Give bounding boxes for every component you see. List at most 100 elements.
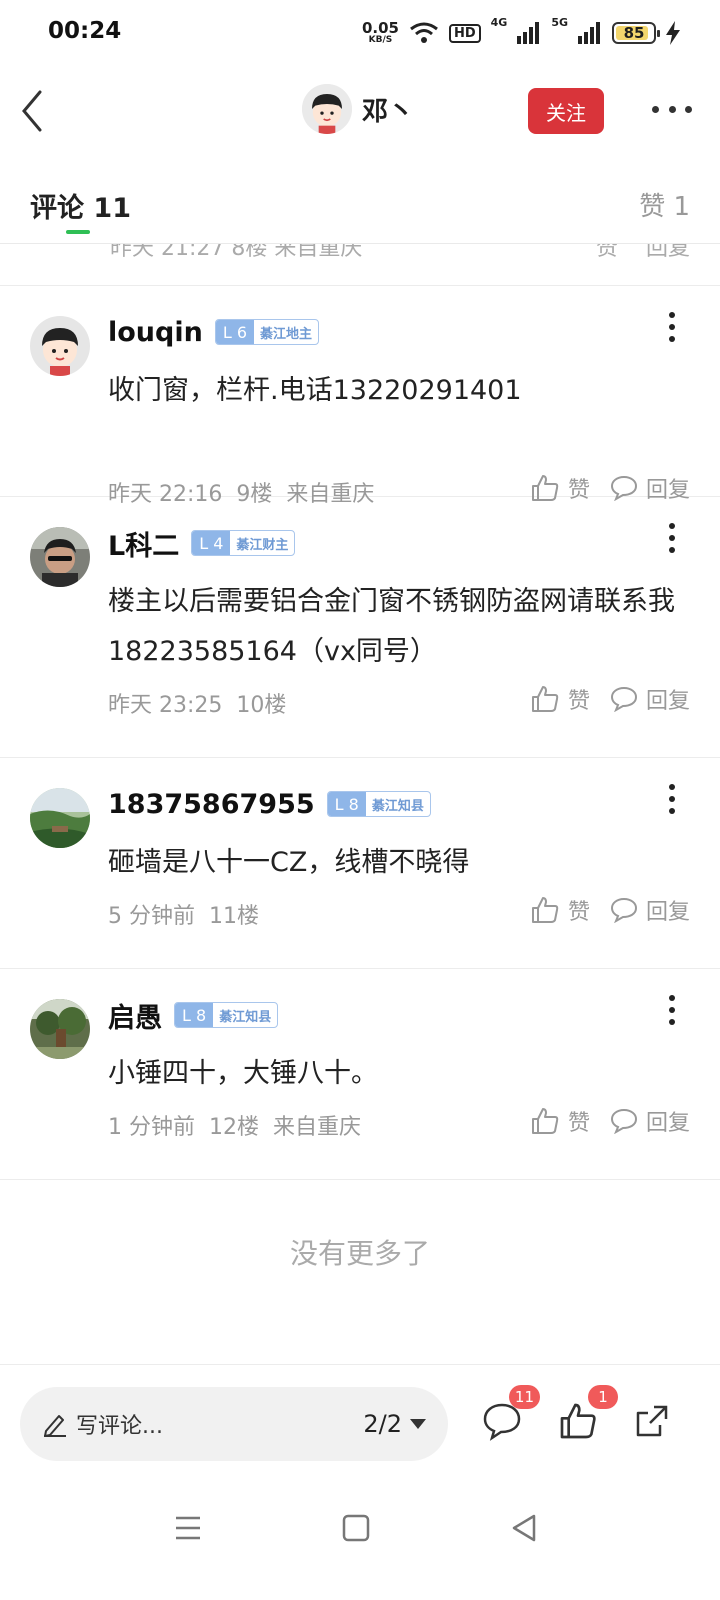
- level-title: 綦江财主: [236, 537, 289, 553]
- reply-button[interactable]: 回复: [610, 1105, 690, 1137]
- comment-meta: 1 分钟前 12楼 来自重庆: [108, 1109, 361, 1141]
- wifi-icon: [410, 22, 438, 43]
- commenter-header: louqin L 6 綦江地主: [108, 312, 320, 352]
- commenter-avatar[interactable]: [30, 999, 90, 1059]
- comment-text: 收门窗，栏杆.电话13220291401: [108, 375, 522, 406]
- follow-button[interactable]: 关注: [528, 88, 604, 134]
- comment-more-icon[interactable]: [668, 784, 676, 814]
- tab-indicator: [66, 230, 90, 234]
- commenter-header: L科二 L 4 綦江财主: [108, 523, 296, 563]
- net-speed-value: 0.05: [361, 19, 399, 37]
- comment-item-partial: 昨天 21:27 8楼 来自重庆 赞 回复: [0, 244, 720, 286]
- reply-label: 回复: [645, 1111, 690, 1136]
- tab-comments[interactable]: 评论 11: [30, 186, 131, 225]
- like-button[interactable]: 赞: [530, 1105, 590, 1137]
- page-dropdown-icon[interactable]: [410, 1419, 426, 1429]
- share-button[interactable]: [632, 1401, 682, 1451]
- back-arrow-icon[interactable]: [18, 88, 48, 134]
- status-time: 00:24: [48, 18, 122, 44]
- commenter-avatar[interactable]: [30, 527, 90, 587]
- thumbs-up-icon: [531, 1108, 559, 1134]
- commenter-header: 启愚 L 8 綦江知县: [108, 995, 279, 1035]
- level-number: L 6: [215, 320, 255, 344]
- network-4g-label: 4G: [490, 16, 508, 29]
- comment-text: 砸墙是八十一CZ，线槽不晓得: [108, 847, 470, 878]
- reply-bubble-icon: [610, 1108, 637, 1134]
- commenter-avatar[interactable]: [30, 788, 90, 848]
- back-triangle-icon[interactable]: [504, 1508, 544, 1548]
- reply-bubble-icon: [610, 686, 637, 712]
- tab-likes[interactable]: 赞 1: [639, 186, 690, 223]
- comment-floor: 12楼: [209, 1115, 259, 1140]
- comment-meta: 5 分钟前 11楼: [108, 898, 259, 930]
- comment-actions: 赞 回复: [596, 244, 690, 262]
- level-badge: L 8 綦江知县: [174, 1002, 279, 1028]
- battery-icon: 85: [612, 22, 660, 44]
- pencil-icon: [44, 1415, 66, 1437]
- thumbs-up-icon: [531, 686, 559, 712]
- share-icon: [636, 1405, 668, 1437]
- charging-icon: [666, 21, 680, 45]
- like-label: 赞: [567, 689, 590, 714]
- comments-button[interactable]: 11: [482, 1385, 540, 1451]
- reply-label: 回复: [645, 689, 690, 714]
- signal-icon: [517, 22, 540, 44]
- comment-time: 5 分钟前: [108, 904, 195, 929]
- comment-text: 楼主以后需要铝合金门窗不锈钢防盗网请联系我18223585164（vx同号）: [108, 586, 675, 667]
- net-speed-unit: KB/S: [368, 35, 393, 45]
- comment-actions: 赞 回复: [530, 683, 690, 715]
- tab-comments-label: 评论: [30, 193, 84, 224]
- level-number: L 8: [175, 1003, 214, 1027]
- level-number: L 8: [327, 792, 366, 816]
- commenter-name[interactable]: 18375867955: [108, 789, 315, 820]
- commenter-avatar[interactable]: [30, 316, 90, 376]
- hd-icon: HD: [448, 23, 481, 43]
- bottom-action-bar: 写评论... 2/2 11 1: [0, 1364, 720, 1484]
- comment-actions: 赞 回复: [530, 1105, 690, 1137]
- comment-item: L科二 L 4 綦江财主 楼主以后需要铝合金门窗不锈钢防盗网请联系我182235…: [0, 497, 720, 758]
- reply-button[interactable]: 回复: [610, 683, 690, 715]
- status-icons: 0.05 KB/S HD 4G 5G 85: [362, 16, 680, 50]
- signal-icon-2: [578, 22, 600, 44]
- system-nav-bar: [0, 1484, 720, 1600]
- like-button[interactable]: 赞: [530, 683, 590, 715]
- page-indicator[interactable]: 2/2: [363, 1410, 402, 1438]
- comment-placeholder: 写评论...: [76, 1414, 163, 1439]
- comment-floor: 11楼: [209, 904, 259, 929]
- reply-label: 回复: [645, 900, 690, 925]
- like-count-badge: 1: [588, 1385, 618, 1409]
- reply-label[interactable]: 回复: [646, 244, 690, 261]
- like-button[interactable]: 赞: [530, 894, 590, 926]
- commenter-header: 18375867955 L 8 綦江知县: [108, 784, 431, 824]
- level-badge: L 8 綦江知县: [326, 791, 431, 817]
- author-avatar[interactable]: [302, 84, 352, 134]
- commenter-name[interactable]: louqin: [108, 317, 203, 348]
- like-label: 赞: [567, 900, 590, 925]
- comment-more-icon[interactable]: [668, 312, 676, 342]
- level-title: 綦江地主: [260, 326, 313, 342]
- commenter-name[interactable]: 启愚: [108, 996, 162, 1035]
- comment-floor: 10楼: [236, 693, 287, 718]
- comment-meta: 昨天 21:27 8楼 来自重庆: [110, 244, 363, 261]
- network-5g-label: 5G: [551, 16, 568, 29]
- menu-icon[interactable]: [168, 1508, 208, 1548]
- author-name[interactable]: 邓丶: [362, 91, 414, 128]
- more-options-icon[interactable]: [652, 94, 692, 124]
- thumbs-up-icon: [531, 897, 559, 923]
- comment-input-box[interactable]: 写评论... 2/2: [20, 1387, 448, 1461]
- comment-count-badge: 11: [508, 1385, 540, 1409]
- comment-tabs: 评论 11 赞 1: [0, 158, 720, 244]
- post-header: 邓丶 关注: [0, 66, 720, 158]
- like-post-button[interactable]: 1: [558, 1385, 618, 1451]
- comment-more-icon[interactable]: [668, 523, 676, 553]
- comment-meta: 昨天 23:25 10楼: [108, 687, 286, 719]
- status-bar: 00:24 0.05 KB/S HD 4G 5G 85: [0, 0, 720, 66]
- net-speed: 0.05 KB/S: [362, 21, 399, 45]
- like-label[interactable]: 赞: [596, 244, 618, 261]
- commenter-name[interactable]: L科二: [108, 524, 179, 563]
- comment-time: 1 分钟前: [108, 1115, 195, 1140]
- home-icon[interactable]: [336, 1508, 376, 1548]
- reply-button[interactable]: 回复: [610, 894, 690, 926]
- author-info[interactable]: 邓丶: [302, 84, 414, 134]
- comment-more-icon[interactable]: [668, 995, 676, 1025]
